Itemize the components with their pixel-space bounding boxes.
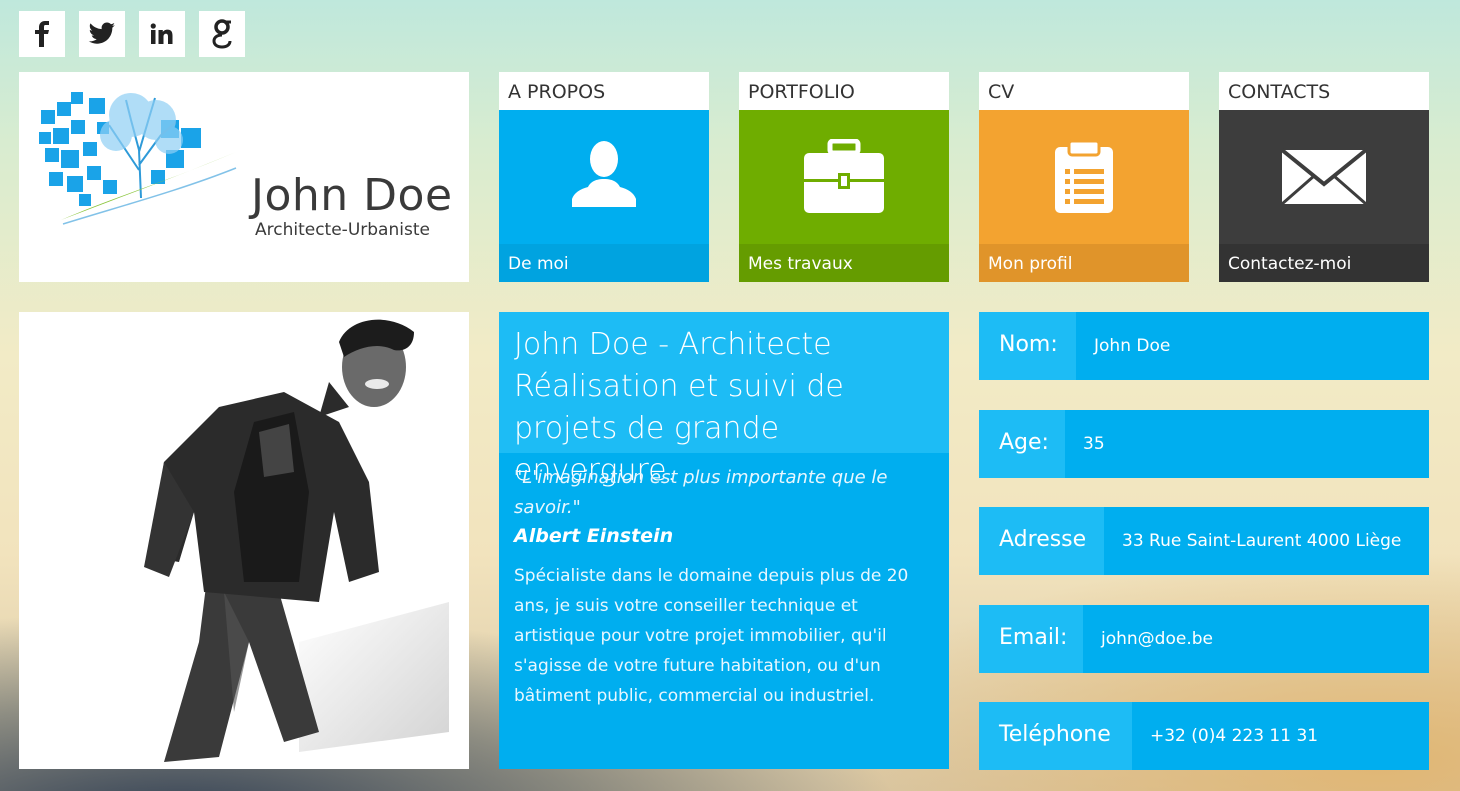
info-label: Nom: (979, 312, 1076, 380)
info-value: 35 (1083, 434, 1105, 454)
twitter-button[interactable] (79, 11, 125, 57)
info-label: Age: (979, 410, 1065, 478)
tile-title: CONTACTS (1219, 72, 1429, 110)
tile-portfolio[interactable]: PORTFOLIO Mes travaux (739, 72, 949, 282)
quote-text: "L'imagination est plus importante que l… (514, 467, 888, 518)
info-row-phone: Teléphone +32 (0)4 223 11 31 (979, 702, 1429, 770)
info-label: Adresse (979, 507, 1104, 575)
intro-heading: John Doe - Architecte Réalisation et sui… (499, 312, 949, 488)
intro-description: Spécialiste dans le domaine depuis plus … (514, 566, 909, 706)
info-row-address: Adresse 33 Rue Saint-Laurent 4000 Liège (979, 507, 1429, 575)
linkedin-button[interactable] (139, 11, 185, 57)
info-value: +32 (0)4 223 11 31 (1150, 726, 1319, 746)
person-photo (144, 319, 449, 762)
site-name: John Doe (251, 170, 453, 221)
header-card: John Doe Architecte-Urbaniste (19, 72, 469, 282)
facebook-button[interactable] (19, 11, 65, 57)
info-label: Teléphone (979, 702, 1132, 770)
tile-title: PORTFOLIO (739, 72, 949, 110)
intro-title-line1: John Doe - Architecte (514, 327, 832, 362)
profile-photo (19, 312, 469, 769)
envelope-icon (1280, 148, 1368, 206)
tile-footer: Contactez-moi (1219, 244, 1429, 282)
info-value: 33 Rue Saint-Laurent 4000 Liège (1122, 531, 1402, 551)
briefcase-icon (804, 139, 884, 213)
linkedin-icon (150, 23, 173, 44)
info-value: John Doe (1094, 336, 1171, 356)
tile-title: CV (979, 72, 1189, 110)
tile-footer: Mes travaux (739, 244, 949, 282)
tile-cv[interactable]: CV Mon profil (979, 72, 1189, 282)
tile-a-propos[interactable]: A PROPOS De moi (499, 72, 709, 282)
tile-title: A PROPOS (499, 72, 709, 110)
google-button[interactable] (199, 11, 245, 57)
info-row-email: Email: john@doe.be (979, 605, 1429, 673)
google-icon (212, 19, 232, 49)
user-icon (572, 141, 636, 207)
tile-footer: De moi (499, 244, 709, 282)
site-subtitle: Architecte-Urbaniste (255, 220, 430, 240)
clipboard-icon (1055, 139, 1113, 213)
facebook-icon (35, 21, 49, 47)
info-label: Email: (979, 605, 1083, 673)
twitter-icon (88, 22, 115, 44)
info-row-name: Nom: John Doe (979, 312, 1429, 380)
tile-contacts[interactable]: CONTACTS Contactez-moi (1219, 72, 1429, 282)
intro-panel: John Doe - Architecte Réalisation et sui… (499, 312, 949, 769)
logo (39, 92, 237, 225)
info-row-age: Age: 35 (979, 410, 1429, 478)
tile-footer: Mon profil (979, 244, 1189, 282)
email-link[interactable]: john@doe.be (1101, 605, 1213, 673)
quote-author: Albert Einstein (514, 525, 674, 547)
